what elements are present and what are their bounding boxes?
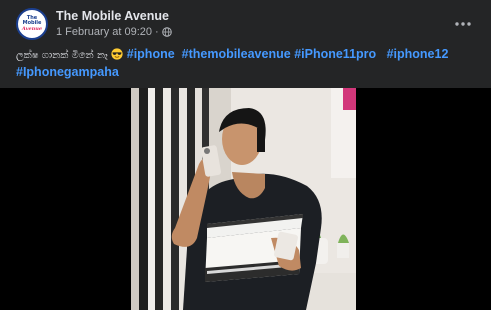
- globe-icon[interactable]: [161, 27, 172, 37]
- timestamp-link[interactable]: 1 February at 09:20: [56, 26, 152, 38]
- more-horizontal-icon: [455, 22, 471, 26]
- hashtag-link[interactable]: #Iphonegampaha: [16, 65, 119, 79]
- video-frame[interactable]: [131, 88, 356, 310]
- hashtag-link[interactable]: #iphone: [127, 47, 175, 61]
- avatar-logo-line-3: Avenue: [21, 26, 43, 32]
- hashtag-link[interactable]: #iphone12: [387, 47, 449, 61]
- hashtag-link[interactable]: #themobileavenue: [182, 47, 291, 61]
- post-text-sinhala: ලක්ෂ ගානක් මිනේ නෑ: [16, 50, 108, 61]
- post-text: ලක්ෂ ගානක් මිනේ නෑ #iphone #themobileave…: [16, 46, 476, 81]
- post-media[interactable]: [0, 88, 491, 310]
- post-header: The Mobile Avenue The Mobile Avenue 1 Fe…: [16, 8, 475, 42]
- hashtag-link[interactable]: #iPhone11pro: [294, 47, 376, 61]
- page-name-link[interactable]: The Mobile Avenue: [56, 9, 169, 23]
- video-thumbnail-image: [131, 88, 356, 310]
- more-options-button[interactable]: [451, 12, 475, 36]
- post-meta: 1 February at 09:20 ·: [56, 26, 172, 38]
- page-avatar[interactable]: The Mobile Avenue: [16, 8, 48, 40]
- meta-separator: ·: [155, 26, 159, 38]
- sunglasses-emoji-icon: [111, 48, 123, 60]
